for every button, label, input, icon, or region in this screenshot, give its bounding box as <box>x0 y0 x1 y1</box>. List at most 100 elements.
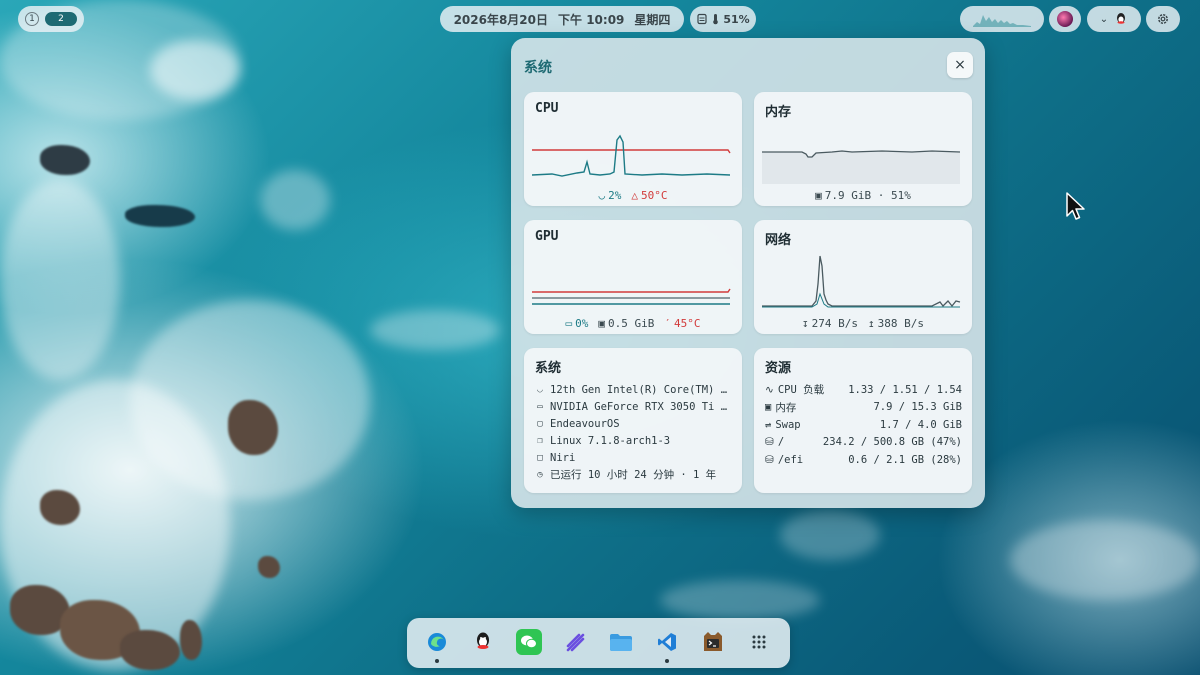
swap-icon: ⇌ <box>765 418 772 431</box>
network-down-value: 274 B/s <box>811 317 858 330</box>
cpu-card[interactable]: CPU ◡ 2% △ 50°C <box>524 92 742 206</box>
resources-card: 资源 ∿ CPU 负载 1.33 / 1.51 / 1.54 ▣ 内存 7.9 / 15… <box>754 348 972 493</box>
disk-icon: ⛁ <box>765 453 774 466</box>
wechat-icon[interactable] <box>516 629 542 655</box>
storage-icon <box>697 13 707 25</box>
avatar <box>1057 11 1073 27</box>
window-icon: □ <box>537 452 543 463</box>
tray[interactable]: ⌄ <box>1087 6 1141 32</box>
clock-date: 2026年8月20日 <box>453 12 549 27</box>
monitor-icon: ▭ <box>565 317 573 330</box>
resources-title: 资源 <box>765 361 792 376</box>
window-manager: Niri <box>550 451 576 464</box>
network-title: 网络 <box>765 233 792 248</box>
list-item: ❐ Linux 7.1.8-arch1-3 <box>535 432 732 449</box>
speedometer-icon: ◡ <box>598 189 606 202</box>
thermometer-icon: ′ <box>664 317 671 330</box>
cpu-usage-value: 2% <box>608 189 622 202</box>
app-grid-icon[interactable] <box>746 629 772 655</box>
battery-percent: 51% <box>723 12 750 26</box>
list-item: ▢ EndeavourOS <box>535 415 732 432</box>
list-item: ∿ CPU 负载 1.33 / 1.51 / 1.54 <box>765 381 962 399</box>
kernel: Linux 7.1.8-arch1-3 <box>550 434 671 447</box>
gpu-stats: ▭ 0% ▣ 0.5 GiB ′ 45°C <box>524 317 742 330</box>
gear-icon <box>1158 14 1168 24</box>
vscode-icon[interactable] <box>654 629 680 663</box>
resources-list: ∿ CPU 负载 1.33 / 1.51 / 1.54 ▣ 内存 7.9 / 15.3 … <box>765 381 962 469</box>
settings-button[interactable] <box>1146 6 1180 32</box>
gpu-card[interactable]: GPU ▭ 0% ▣ 0.5 GiB ′ 45°C <box>524 220 742 334</box>
gpu-chart <box>532 288 731 305</box>
resource-value: 234.2 / 500.8 GB (47%) <box>822 436 962 449</box>
resource-label: Swap <box>775 418 801 431</box>
upload-icon: ↥ <box>868 317 875 330</box>
system-status[interactable]: 51% <box>690 6 756 32</box>
memory-stats: ▣ 7.9 GiB · 51% <box>754 189 972 202</box>
user-avatar-button[interactable] <box>1049 6 1081 32</box>
linear-icon[interactable] <box>562 629 588 655</box>
list-item: ⇌ Swap 1.7 / 4.0 GiB <box>765 416 962 434</box>
panel-title: 系统 <box>524 60 552 76</box>
dock <box>407 618 790 668</box>
resource-label: / <box>777 436 785 449</box>
chip-icon: ▣ <box>598 317 605 330</box>
clock-icon: ◷ <box>537 469 543 480</box>
resource-label: /efi <box>777 453 804 466</box>
clock-weekday: 星期四 <box>634 12 671 27</box>
mini-graph-icon <box>973 15 1031 27</box>
system-info-title: 系统 <box>535 361 562 376</box>
qq-tray-icon[interactable] <box>1114 12 1128 26</box>
download-icon: ↧ <box>802 317 809 330</box>
cpu-chart <box>532 134 731 177</box>
close-button[interactable]: × <box>947 52 973 78</box>
kernel-icon: ❐ <box>537 435 543 446</box>
memory-card[interactable]: 内存 ▣ 7.9 GiB · 51% <box>754 92 972 206</box>
resource-value: 1.7 / 4.0 GiB <box>879 418 962 431</box>
system-panel: 系统 × CPU ◡ 2% △ 50°C 内存 ▣ 7.9 GiB · 51% … <box>511 38 985 508</box>
gpu-temp: ′ 45°C <box>664 317 700 330</box>
uptime: 已运行 10 小时 24 分钟 · 1 年 <box>550 469 717 481</box>
workspace-2[interactable]: 2 <box>45 12 77 26</box>
network-chart <box>762 255 961 308</box>
resource-value: 7.9 / 15.3 GiB <box>873 401 962 414</box>
system-info-card: 系统 ◡ 12th Gen Intel(R) Core(TM) i… ▭ NVIDI… <box>524 348 742 493</box>
workspace-indicator: 1 2 <box>18 6 84 32</box>
activity-icon: ∿ <box>765 383 774 396</box>
system-info-list: ◡ 12th Gen Intel(R) Core(TM) i… ▭ NVIDIA G… <box>535 381 732 483</box>
qq-icon[interactable] <box>470 629 496 655</box>
edge-icon[interactable] <box>424 629 450 663</box>
network-down: ↧ 274 B/s <box>802 317 858 330</box>
gpu-model: NVIDIA GeForce RTX 3050 Ti M… <box>550 400 732 413</box>
gpu-title: GPU <box>535 229 559 244</box>
running-indicator <box>665 659 669 663</box>
clock-time: 下午 10:09 <box>558 12 625 27</box>
list-item: ⛁/efi 0.6 / 2.1 GB (28%) <box>765 451 962 469</box>
resource-label: 内存 <box>775 401 797 414</box>
list-item: ◷ 已运行 10 小时 24 分钟 · 1 年 <box>535 466 732 483</box>
clock[interactable]: 2026年8月20日 下午 10:09 星期四 <box>440 6 684 32</box>
running-indicator <box>435 659 439 663</box>
list-item: ▭ NVIDIA GeForce RTX 3050 Ti M… <box>535 398 732 415</box>
gpu-vram: ▣ 0.5 GiB <box>598 317 654 330</box>
terminal-icon[interactable] <box>700 629 726 655</box>
resource-label: CPU 负载 <box>777 384 825 397</box>
network-card[interactable]: 网络 ↧ 274 B/s ↥ 388 B/s <box>754 220 972 334</box>
memory-title: 内存 <box>765 105 792 120</box>
workspace-1[interactable]: 1 <box>25 12 39 26</box>
chevron-down-icon[interactable]: ⌄ <box>1100 14 1108 25</box>
memory-usage: ▣ 7.9 GiB · 51% <box>815 189 911 202</box>
gpu-temp-value: 45°C <box>673 317 701 330</box>
network-graph-widget[interactable] <box>960 6 1044 32</box>
cpu-icon: ◡ <box>537 384 543 395</box>
network-up: ↥ 388 B/s <box>868 317 924 330</box>
files-icon[interactable] <box>608 629 634 655</box>
cpu-usage: ◡ 2% <box>599 189 622 202</box>
resource-value: 1.33 / 1.51 / 1.54 <box>848 383 962 396</box>
memory-usage-value: 7.9 GiB · 51% <box>824 189 911 202</box>
network-up-value: 388 B/s <box>877 317 924 330</box>
mouse-cursor-icon <box>1066 192 1085 220</box>
cpu-temp-value: 50°C <box>641 189 668 202</box>
chip-icon: ▣ <box>815 189 822 202</box>
network-stats: ↧ 274 B/s ↥ 388 B/s <box>754 317 972 330</box>
disk-icon: ⛁ <box>765 436 774 449</box>
